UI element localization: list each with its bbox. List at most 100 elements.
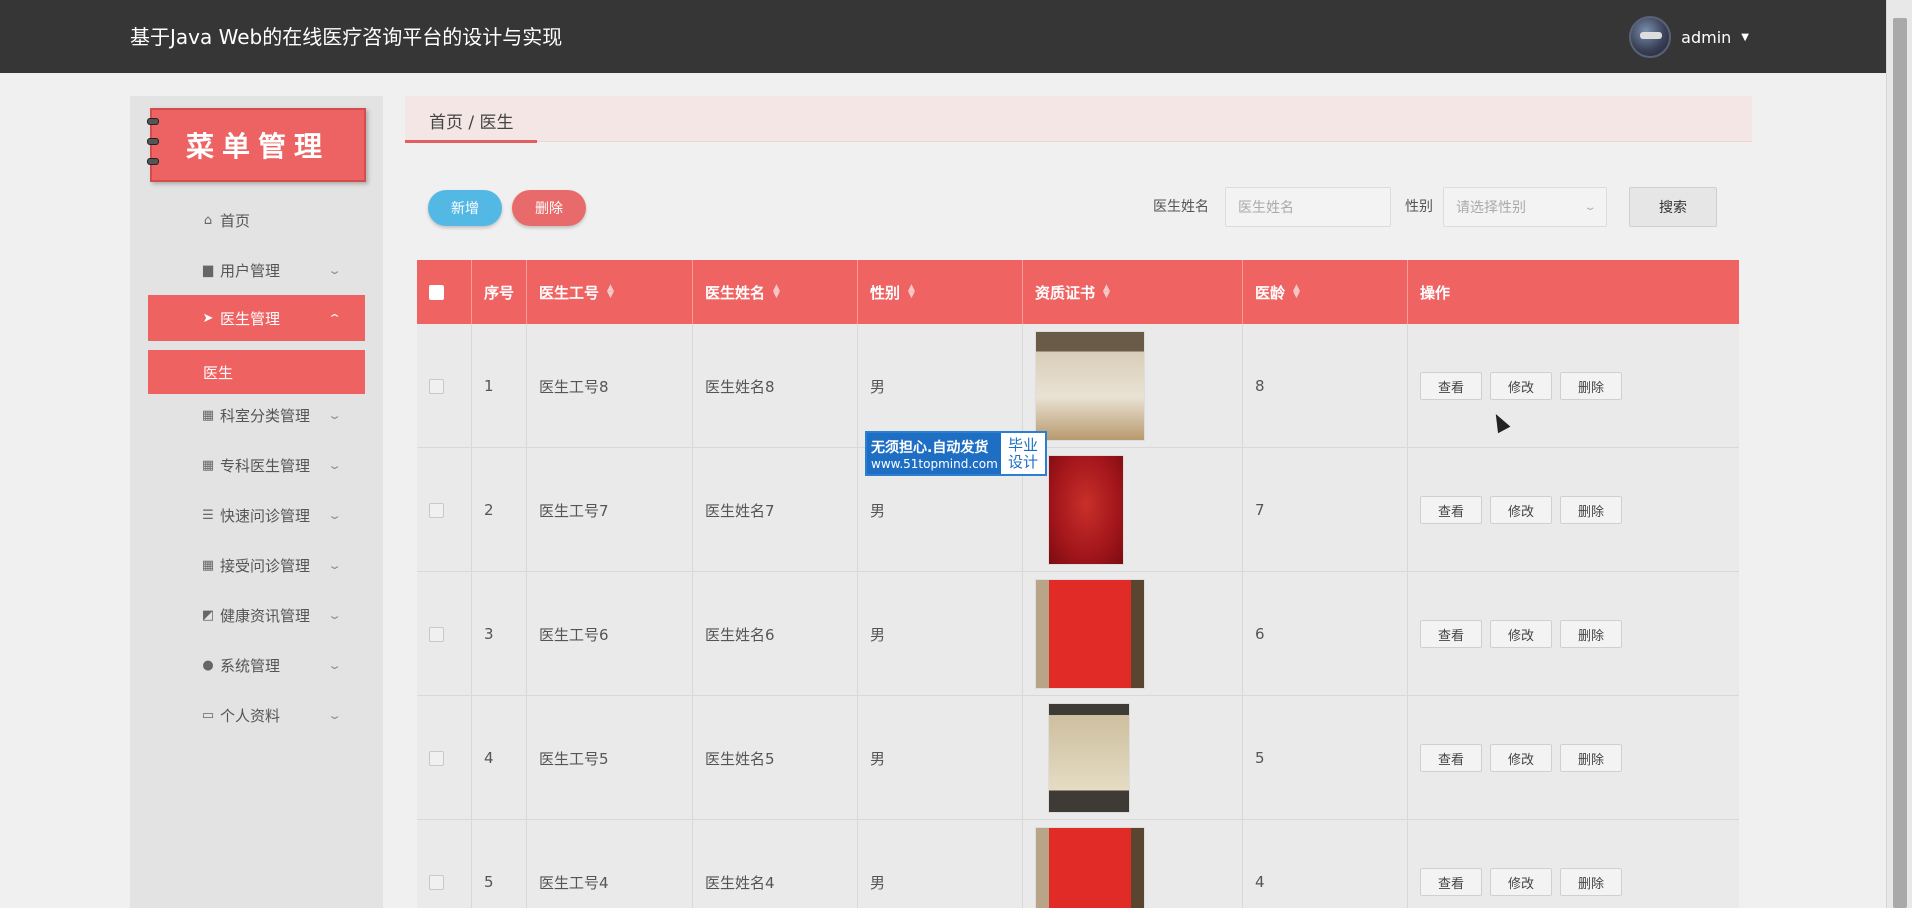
select-all-checkbox[interactable] bbox=[429, 284, 444, 300]
cell-years: 4 bbox=[1243, 820, 1408, 908]
cell-gender: 男 bbox=[858, 820, 1023, 908]
certificate-image[interactable] bbox=[1035, 331, 1145, 441]
sidebar-item-doctors[interactable]: ➤ 医生管理 ⌃ bbox=[148, 295, 365, 341]
certificate-image[interactable] bbox=[1048, 703, 1130, 813]
col-years[interactable]: 医龄 ▲ ▼ bbox=[1243, 260, 1408, 324]
edit-button[interactable]: 修改 bbox=[1490, 868, 1552, 896]
row-checkbox-cell bbox=[417, 572, 472, 696]
row-checkbox[interactable] bbox=[429, 750, 444, 766]
cell-certificate bbox=[1023, 696, 1243, 820]
view-button[interactable]: 查看 bbox=[1420, 868, 1482, 896]
grid-icon: ▦ bbox=[201, 557, 215, 573]
edit-button[interactable]: 修改 bbox=[1490, 744, 1552, 772]
row-checkbox[interactable] bbox=[429, 378, 444, 394]
view-button[interactable]: 查看 bbox=[1420, 620, 1482, 648]
cell-years: 8 bbox=[1243, 324, 1408, 448]
table-row: 3 医生工号6 医生姓名6 男 6 查看 修改 删除 bbox=[417, 572, 1739, 696]
view-button[interactable]: 查看 bbox=[1420, 372, 1482, 400]
certificate-image[interactable] bbox=[1035, 827, 1145, 908]
watermark-right1: 毕业 bbox=[1007, 435, 1038, 454]
cell-actions: 查看 修改 删除 bbox=[1408, 572, 1739, 696]
table-header: 序号 医生工号 ▲ ▼ 医生姓名 ▲ ▼ 性别 ▲ ▼ 资质证书 ▲ ▼ 医龄 ▲ ▼ 操作 bbox=[417, 260, 1739, 324]
cell-certificate bbox=[1023, 572, 1243, 696]
sidebar-item-departments[interactable]: ▦ 科室分类管理 ⌄ bbox=[130, 395, 383, 435]
watermark-line1: 无须担心.自动发货 bbox=[871, 439, 989, 456]
chevron-up-icon: ⌃ bbox=[327, 311, 342, 325]
sort-icon[interactable]: ▲ ▼ bbox=[908, 284, 915, 300]
scrollbar-thumb[interactable] bbox=[1893, 18, 1907, 908]
certificate-image[interactable] bbox=[1035, 579, 1145, 689]
row-checkbox[interactable] bbox=[429, 502, 444, 518]
grid-icon: ▦ bbox=[201, 457, 215, 473]
cell-doctor-id: 医生工号4 bbox=[527, 820, 693, 908]
sidebar-item-accepted-consult[interactable]: ▦ 接受问诊管理 ⌄ bbox=[130, 545, 383, 585]
cell-gender: 男 bbox=[858, 572, 1023, 696]
sidebar-item-specialists[interactable]: ▦ 专科医生管理 ⌄ bbox=[130, 445, 383, 485]
edit-button[interactable]: 修改 bbox=[1490, 620, 1552, 648]
chevron-down-icon: ⌄ bbox=[1583, 201, 1597, 213]
watermark-line2: www.51topmind.com bbox=[871, 456, 998, 471]
delete-button[interactable]: 删除 bbox=[1560, 868, 1622, 896]
caret-down-icon[interactable]: ▼ bbox=[1741, 32, 1749, 43]
sidebar-item-users[interactable]: ▆ 用户管理 ⌄ bbox=[130, 250, 383, 290]
view-button[interactable]: 查看 bbox=[1420, 496, 1482, 524]
sort-icon[interactable]: ▲ ▼ bbox=[607, 284, 614, 300]
sidebar-item-home[interactable]: ⌂ 首页 bbox=[130, 200, 383, 240]
sort-icon[interactable]: ▲ ▼ bbox=[773, 284, 780, 300]
col-actions: 操作 bbox=[1420, 283, 1451, 302]
table-row: 5 医生工号4 医生姓名4 男 4 查看 修改 删除 bbox=[417, 820, 1739, 908]
edit-button[interactable]: 修改 bbox=[1490, 372, 1552, 400]
cell-doctor-id: 医生工号8 bbox=[527, 324, 693, 448]
user-card-icon: ▆ bbox=[203, 262, 213, 278]
page-scrollbar[interactable] bbox=[1886, 0, 1912, 908]
sidebar-subitem-doctor[interactable]: 医生 bbox=[148, 350, 365, 394]
sort-icon[interactable]: ▲ ▼ bbox=[1293, 284, 1300, 300]
batch-delete-button[interactable]: 删除 bbox=[512, 190, 586, 226]
breadcrumb[interactable]: 首页 / 医生 bbox=[429, 108, 514, 133]
col-no: 序号 bbox=[472, 260, 527, 324]
col-doctor-id[interactable]: 医生工号 ▲ ▼ bbox=[527, 260, 693, 324]
col-gender[interactable]: 性别 ▲ ▼ bbox=[858, 260, 1023, 324]
user-menu[interactable]: admin ▼ bbox=[1629, 16, 1749, 58]
sidebar-item-profile[interactable]: ▭ 个人资料 ⌄ bbox=[130, 695, 383, 735]
col-certificate[interactable]: 资质证书 ▲ ▼ bbox=[1023, 260, 1243, 324]
view-button[interactable]: 查看 bbox=[1420, 744, 1482, 772]
home-icon: ⌂ bbox=[203, 212, 213, 228]
sidebar-item-quick-consult[interactable]: ☰ 快速问诊管理 ⌄ bbox=[130, 495, 383, 535]
paper-plane-icon: ➤ bbox=[202, 310, 214, 326]
search-button[interactable]: 搜索 bbox=[1629, 187, 1717, 227]
cell-doctor-name: 医生姓名8 bbox=[693, 324, 858, 448]
cell-doctor-name: 医生姓名5 bbox=[693, 696, 858, 820]
table-row: 2 医生工号7 医生姓名7 男 7 查看 修改 删除 bbox=[417, 448, 1739, 572]
delete-button[interactable]: 删除 bbox=[1560, 620, 1622, 648]
row-checkbox[interactable] bbox=[429, 874, 444, 890]
cell-doctor-name: 医生姓名7 bbox=[693, 448, 858, 572]
edit-button[interactable]: 修改 bbox=[1490, 496, 1552, 524]
delete-button[interactable]: 删除 bbox=[1560, 496, 1622, 524]
gender-select[interactable]: 请选择性别 ⌄ bbox=[1443, 187, 1607, 227]
delete-button[interactable]: 删除 bbox=[1560, 372, 1622, 400]
cell-gender: 男 bbox=[858, 696, 1023, 820]
cell-years: 7 bbox=[1243, 448, 1408, 572]
sidebar-item-health-news[interactable]: ◩ 健康资讯管理 ⌄ bbox=[130, 595, 383, 635]
chevron-down-icon: ⌄ bbox=[327, 458, 342, 472]
menu-banner: 菜单管理 bbox=[147, 108, 366, 182]
cell-doctor-name: 医生姓名6 bbox=[693, 572, 858, 696]
row-checkbox-cell bbox=[417, 324, 472, 448]
sort-icon[interactable]: ▲ ▼ bbox=[1103, 284, 1110, 300]
cell-actions: 查看 修改 删除 bbox=[1408, 820, 1739, 908]
watermark-badge: 无须担心.自动发货 www.51topmind.com 毕业 设计 bbox=[865, 431, 1047, 476]
row-checkbox[interactable] bbox=[429, 626, 444, 642]
col-doctor-name[interactable]: 医生姓名 ▲ ▼ bbox=[693, 260, 858, 324]
select-all-checkbox-cell bbox=[417, 260, 472, 324]
certificate-image[interactable] bbox=[1048, 455, 1124, 565]
doctor-name-input[interactable]: 医生姓名 bbox=[1225, 187, 1391, 227]
delete-button[interactable]: 删除 bbox=[1560, 744, 1622, 772]
username[interactable]: admin bbox=[1681, 28, 1731, 47]
chevron-down-icon: ⌄ bbox=[327, 608, 342, 622]
sliders-icon: ☰ bbox=[202, 507, 214, 523]
row-checkbox-cell bbox=[417, 820, 472, 908]
sidebar-item-system[interactable]: ● 系统管理 ⌄ bbox=[130, 645, 383, 685]
avatar[interactable] bbox=[1629, 16, 1672, 58]
add-button[interactable]: 新增 bbox=[428, 190, 502, 226]
